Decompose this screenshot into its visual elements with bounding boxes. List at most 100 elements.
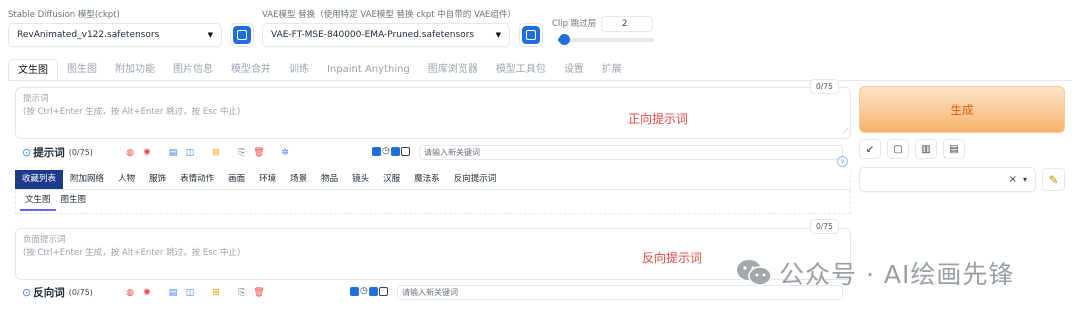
bookmark-icon[interactable]: ◫ [183,146,197,160]
chevron-down-icon: ▼ [495,31,501,39]
prompt-keyword-toggles: ◷ [372,146,411,156]
tab-divider [8,80,1072,81]
checkbox-icon[interactable] [368,286,378,296]
chevron-down-icon: ▼ [207,31,213,39]
square-icon[interactable]: ▢ [887,139,909,159]
checkbox-icon[interactable] [350,286,359,296]
style-select[interactable]: × ▾ [859,167,1036,192]
checkpoint-label: Stable Diffusion 模型(ckpt) [8,10,120,20]
generate-button[interactable]: 生成 [859,86,1065,133]
negative-tool-buttons: ◍ ✺ ▤ ◫ ⊞ ⎘ 🗑 [123,286,269,300]
negative-token-counter: 0/75 [810,219,839,234]
negative-tools-count: (0/75) [68,288,93,297]
category-bar: 收藏列表 附加网络 人物 服饰 表情动作 画面 环境 场景 物品 镜头 汉服 魔… [15,170,503,189]
category-divider [15,189,851,190]
category-items[interactable]: 物品 [314,170,345,189]
copy-icon[interactable]: ⎘ [235,286,249,300]
settings-icon[interactable]: ✲ [278,146,292,160]
collapse-icon[interactable]: ⊙ [22,146,31,159]
chevron-down-icon: ▾ [1022,175,1027,184]
random-icon[interactable]: ◍ [123,146,137,160]
category-favorites[interactable]: 收藏列表 [15,170,64,189]
collapse-icon[interactable]: ⊙ [22,286,31,299]
translate-icon[interactable]: ▤ [166,146,180,160]
expand-icon[interactable]: ∨ [837,156,848,167]
category-clothing[interactable]: 服饰 [142,170,173,189]
watermark: 公众号 · AI绘画先锋 [735,255,1014,291]
gear-icon[interactable]: ✺ [140,286,154,300]
style-tools: ↙ ▢ ▥ ▤ [859,139,965,159]
main-tabs: 文生图 图生图 附加功能 图片信息 模型合并 训练 Inpaint Anythi… [8,59,631,81]
negative-prompt-textarea[interactable]: 负面提示词 (按 Ctrl+Enter 生成，按 Alt+Enter 跳过，按 … [15,228,851,280]
category-camera[interactable]: 镜头 [345,170,376,189]
category-character[interactable]: 人物 [111,170,142,189]
bookmark-icon[interactable]: ◫ [183,286,197,300]
category-networks[interactable]: 附加网络 [63,170,111,189]
tab-inpaint-anything[interactable]: Inpaint Anything [318,59,419,81]
slider-handle[interactable] [559,34,570,45]
prompt-textarea[interactable]: 提示词 (按 Ctrl+Enter 生成，按 Alt+Enter 跳过，按 Es… [15,87,851,139]
prompt-keyword-input[interactable]: 请输入新关键词 [419,145,843,160]
subtab-txt2img[interactable]: 文生图 [20,192,56,211]
trash-icon[interactable]: 🗑 [252,286,266,300]
pencil-icon: ✎ [1048,172,1059,187]
category-expression[interactable]: 表情动作 [173,170,221,189]
tab-png-info[interactable]: 图片信息 [164,59,222,81]
copy-icon[interactable]: ⎘ [235,146,249,160]
tab-model-toolkit[interactable]: 模型工具包 [487,59,555,81]
trash-icon[interactable]: ▥ [915,139,937,159]
negative-annotation: 反向提示词 [642,251,703,265]
tab-extensions[interactable]: 扩展 [593,59,631,81]
vae-refresh-button[interactable] [519,23,543,47]
prompt-tools-count: (0/75) [68,148,93,157]
grid-icon[interactable]: ⊞ [209,146,223,160]
tab-img2img[interactable]: 图生图 [58,59,106,81]
checkbox-icon[interactable] [390,146,400,156]
tab-gallery[interactable]: 图库浏览器 [419,59,487,81]
clear-icon[interactable]: × [1009,174,1017,185]
edit-style-button[interactable]: ✎ [1042,168,1065,191]
trash-icon[interactable]: 🗑 [252,146,266,160]
panel-icon[interactable] [400,146,410,156]
category-negative[interactable]: 反向提示词 [447,170,504,189]
checkpoint-value: RevAnimated_v122.safetensors [17,30,160,40]
category-scene[interactable]: 画面 [221,170,252,189]
translate-icon[interactable]: ▤ [166,286,180,300]
vae-dropdown[interactable]: VAE-FT-MSE-840000-EMA-Pruned.safetensors… [262,23,510,47]
generate-label: 生成 [950,102,974,117]
clip-skip-slider[interactable] [558,34,654,45]
history-icon[interactable]: ◷ [382,146,390,156]
refresh-icon [233,26,251,44]
watermark-text: 公众号 · AI绘画先锋 [779,260,1015,289]
subtab-img2img[interactable]: 图生图 [56,192,92,211]
vae-label: VAE模型 替换（使用特定 VAE模型 替换 ckpt 中自带的 VAE组件） [262,10,516,20]
gear-icon[interactable]: ✺ [140,146,154,160]
checkpoint-refresh-button[interactable] [230,23,254,47]
random-icon[interactable]: ◍ [123,286,137,300]
negative-tools-title: 反向词 [33,287,65,299]
apply-style-icon[interactable]: ↙ [859,139,881,159]
tab-merge[interactable]: 模型合并 [222,59,280,81]
panel-icon[interactable] [378,286,388,296]
checkpoint-dropdown[interactable]: RevAnimated_v122.safetensors ▼ [8,23,222,47]
checkbox-icon[interactable] [372,146,381,156]
negative-keyword-toggles: ◷ [350,286,389,296]
tab-txt2img[interactable]: 文生图 [8,59,58,81]
prompt-annotation: 正向提示词 [628,112,689,126]
clip-skip-input[interactable]: 2 [601,16,653,32]
tab-train[interactable]: 训练 [280,59,318,81]
history-icon[interactable]: ◷ [360,286,368,296]
category-magic[interactable]: 魔法系 [407,170,447,189]
category-hanfu[interactable]: 汉服 [376,170,407,189]
negative-placeholder: 负面提示词 [23,235,66,245]
category-setting[interactable]: 场景 [283,170,314,189]
tab-settings[interactable]: 设置 [555,59,593,81]
prompt-token-counter: 0/75 [810,79,839,94]
resize-handle-icon[interactable]: ⟋ [843,127,848,136]
clipboard-icon[interactable]: ▤ [943,139,965,159]
tab-extras[interactable]: 附加功能 [106,59,164,81]
grid-icon[interactable]: ⊞ [209,286,223,300]
category-environment[interactable]: 环境 [252,170,283,189]
refresh-icon [522,26,540,44]
subtabs: 文生图 图生图 [20,192,91,211]
